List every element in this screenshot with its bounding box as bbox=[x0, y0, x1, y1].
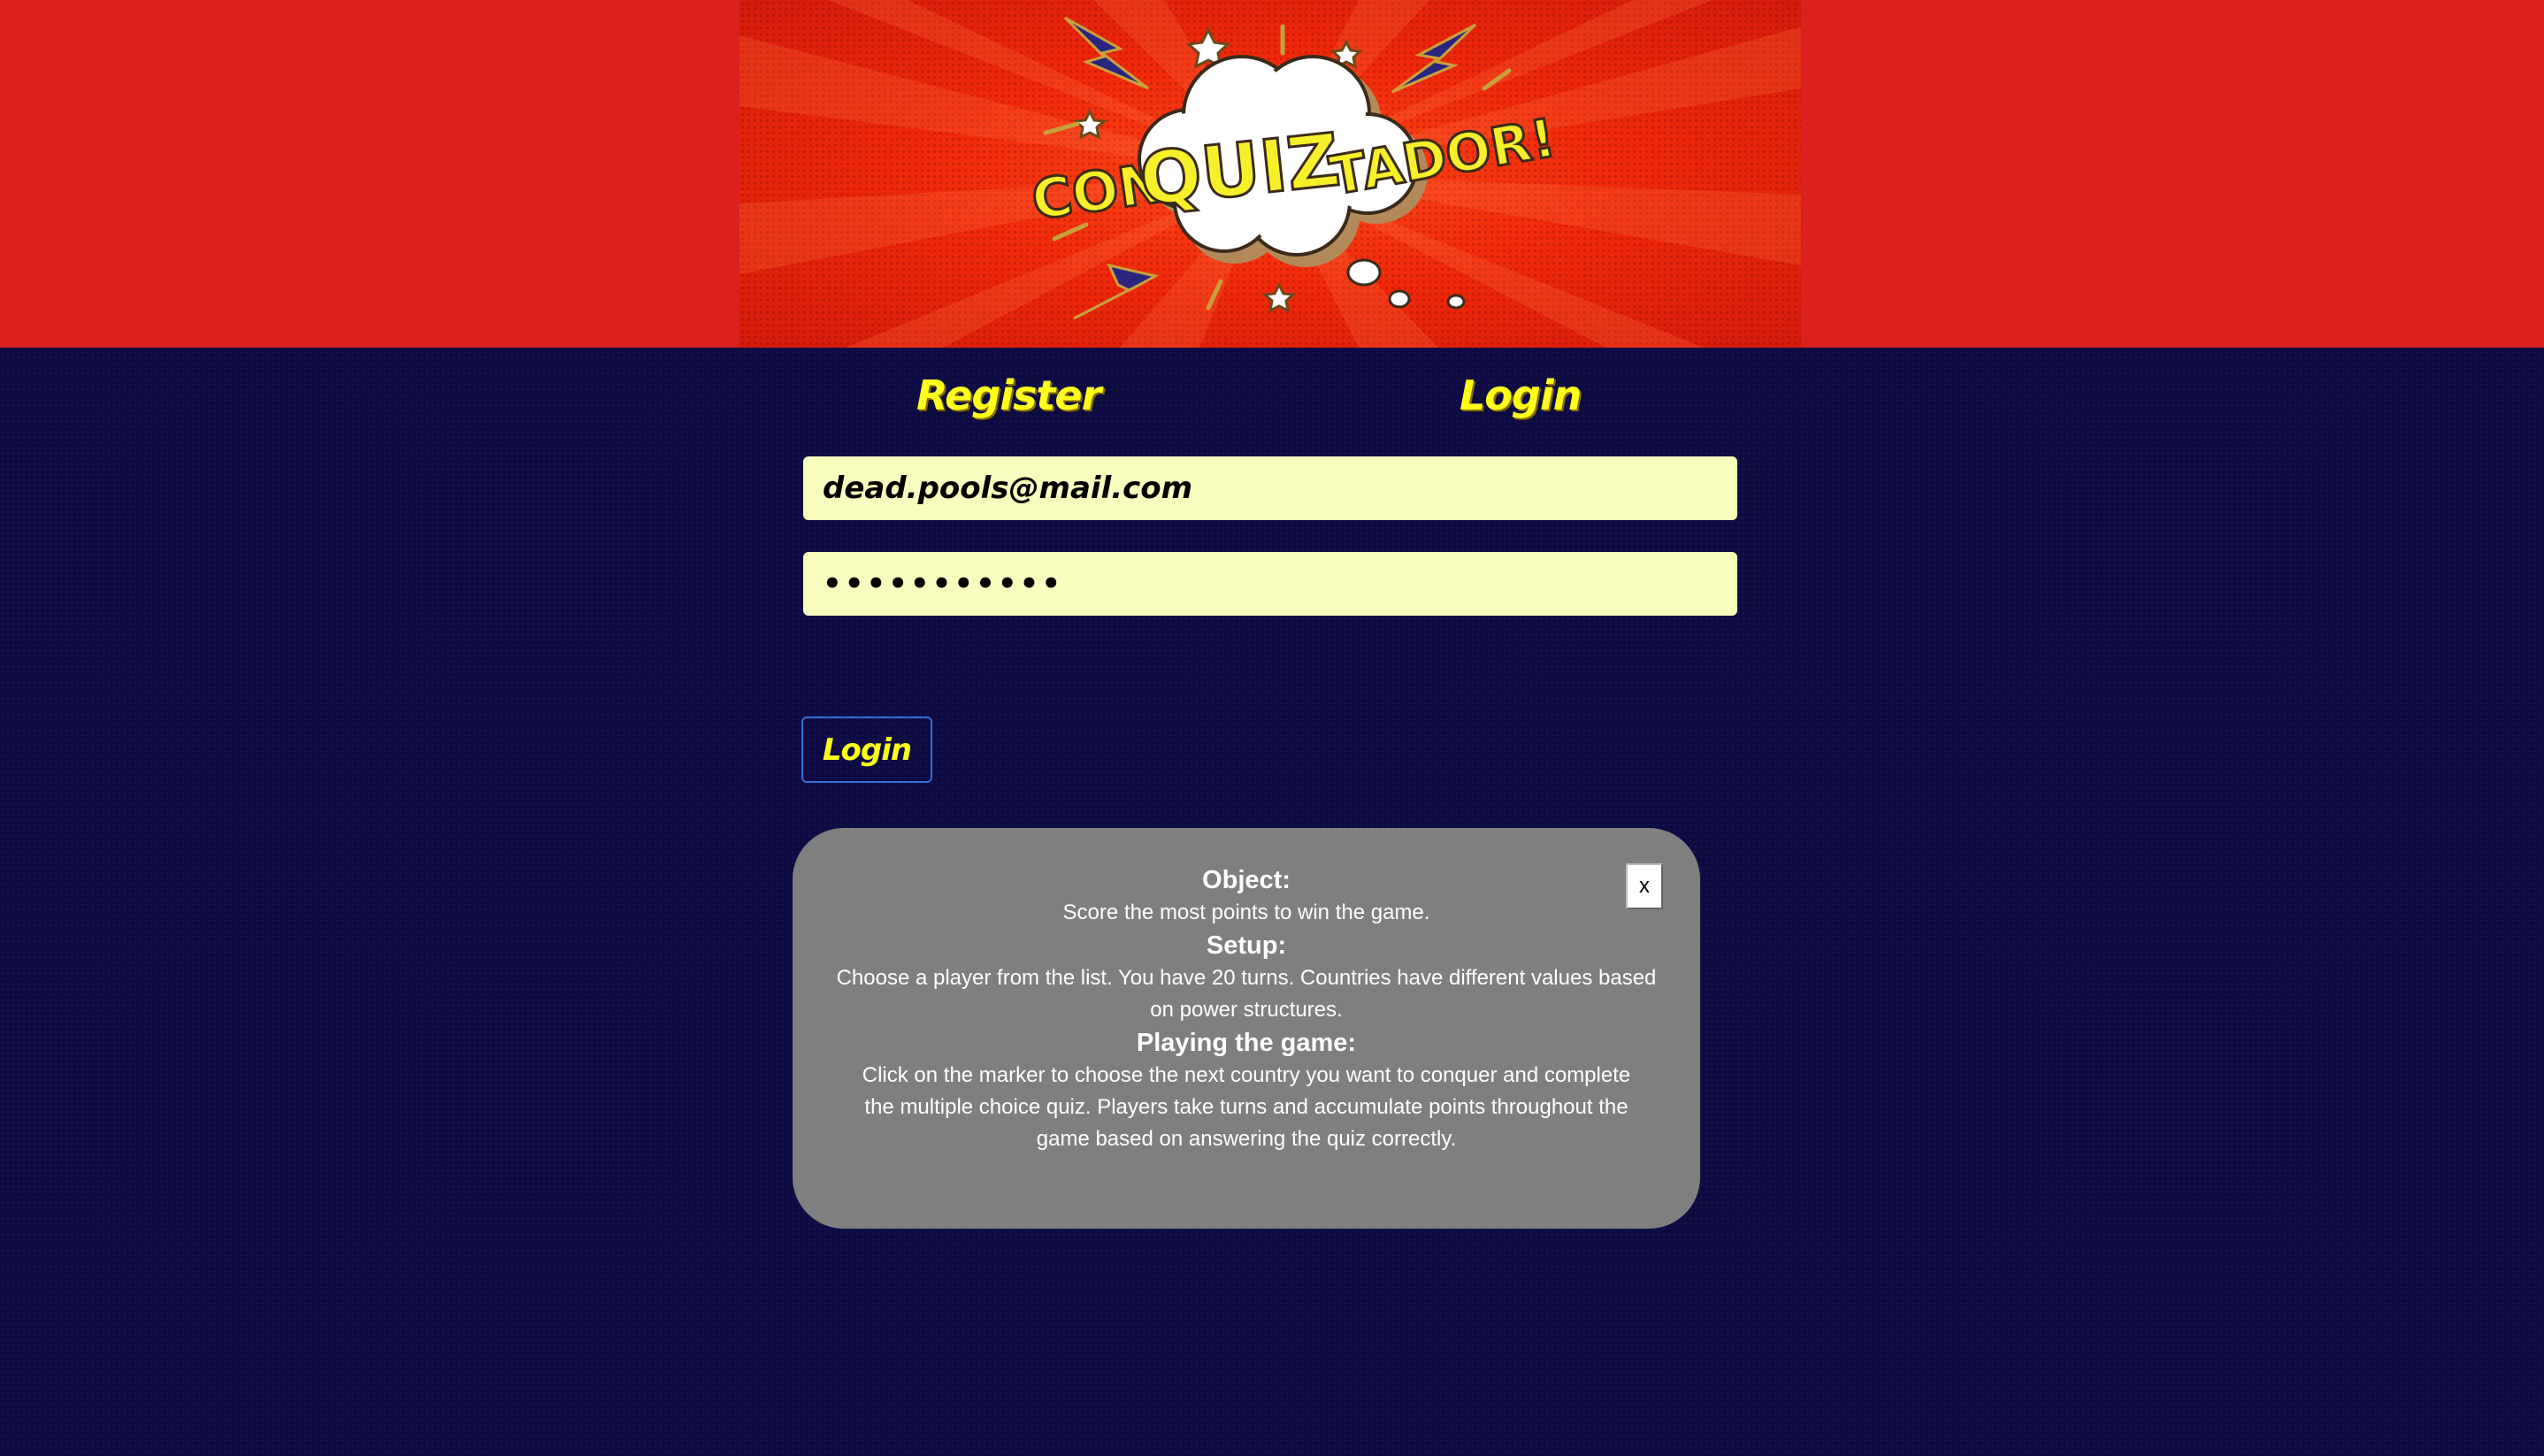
email-field[interactable] bbox=[803, 456, 1737, 520]
header-bar: CON QUIZ TADOR! bbox=[0, 0, 2544, 348]
playing-text: Click on the marker to choose the next c… bbox=[862, 1063, 1631, 1151]
playing-heading: Playing the game: bbox=[1136, 1029, 1357, 1057]
instructions-modal: x Object: Score the most points to win t… bbox=[793, 828, 1700, 1229]
tab-login[interactable]: Login bbox=[1460, 364, 1582, 426]
close-button[interactable]: x bbox=[1626, 863, 1663, 909]
password-field[interactable] bbox=[803, 552, 1737, 616]
logo-banner: CON QUIZ TADOR! bbox=[739, 0, 1801, 348]
object-text: Score the most points to win the game. bbox=[1062, 900, 1430, 924]
object-heading: Object: bbox=[1202, 866, 1291, 894]
logo-illustration: CON QUIZ TADOR! bbox=[739, 0, 1801, 348]
setup-heading: Setup: bbox=[1206, 931, 1287, 960]
setup-text: Choose a player from the list. You have … bbox=[836, 966, 1657, 1022]
tab-register[interactable]: Register bbox=[916, 364, 1101, 426]
login-button[interactable]: Login bbox=[801, 717, 932, 783]
